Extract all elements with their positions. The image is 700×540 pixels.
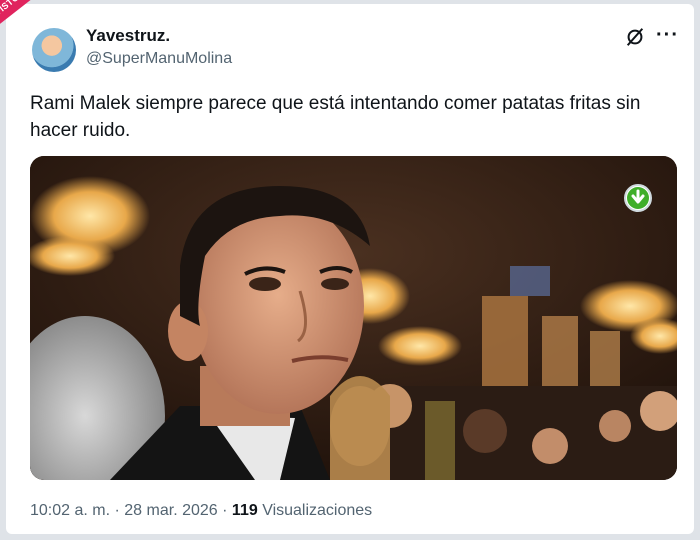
- meta-separator: ·: [222, 502, 228, 519]
- tweet-card: Yavestruz. @SuperManuMolina ··· Rami Mal…: [6, 4, 694, 534]
- tweet-text: Rami Malek siempre parece que está inten…: [30, 93, 641, 141]
- download-arrow-glyph: [627, 187, 649, 209]
- views-count: 119: [231, 502, 258, 519]
- grok-slash-icon[interactable]: [624, 26, 646, 48]
- tweet-time[interactable]: 10:02 a. m.: [30, 502, 110, 519]
- author-handle[interactable]: @SuperManuMolina: [86, 50, 232, 68]
- author-name[interactable]: Yavestruz.: [86, 26, 170, 46]
- tweet-image[interactable]: [30, 156, 677, 480]
- meta-separator: ·: [114, 502, 120, 519]
- tweet-meta: 10:02 a. m. · 28 mar. 2026 · 119 Visuali…: [30, 502, 372, 520]
- more-options-icon[interactable]: ···: [656, 24, 679, 47]
- author-avatar[interactable]: [32, 28, 76, 72]
- views-label: Visualizaciones: [262, 502, 373, 519]
- tweet-date[interactable]: 28 mar. 2026: [124, 502, 217, 519]
- download-arrow-icon[interactable]: [624, 184, 652, 212]
- photo-scene: [30, 156, 677, 480]
